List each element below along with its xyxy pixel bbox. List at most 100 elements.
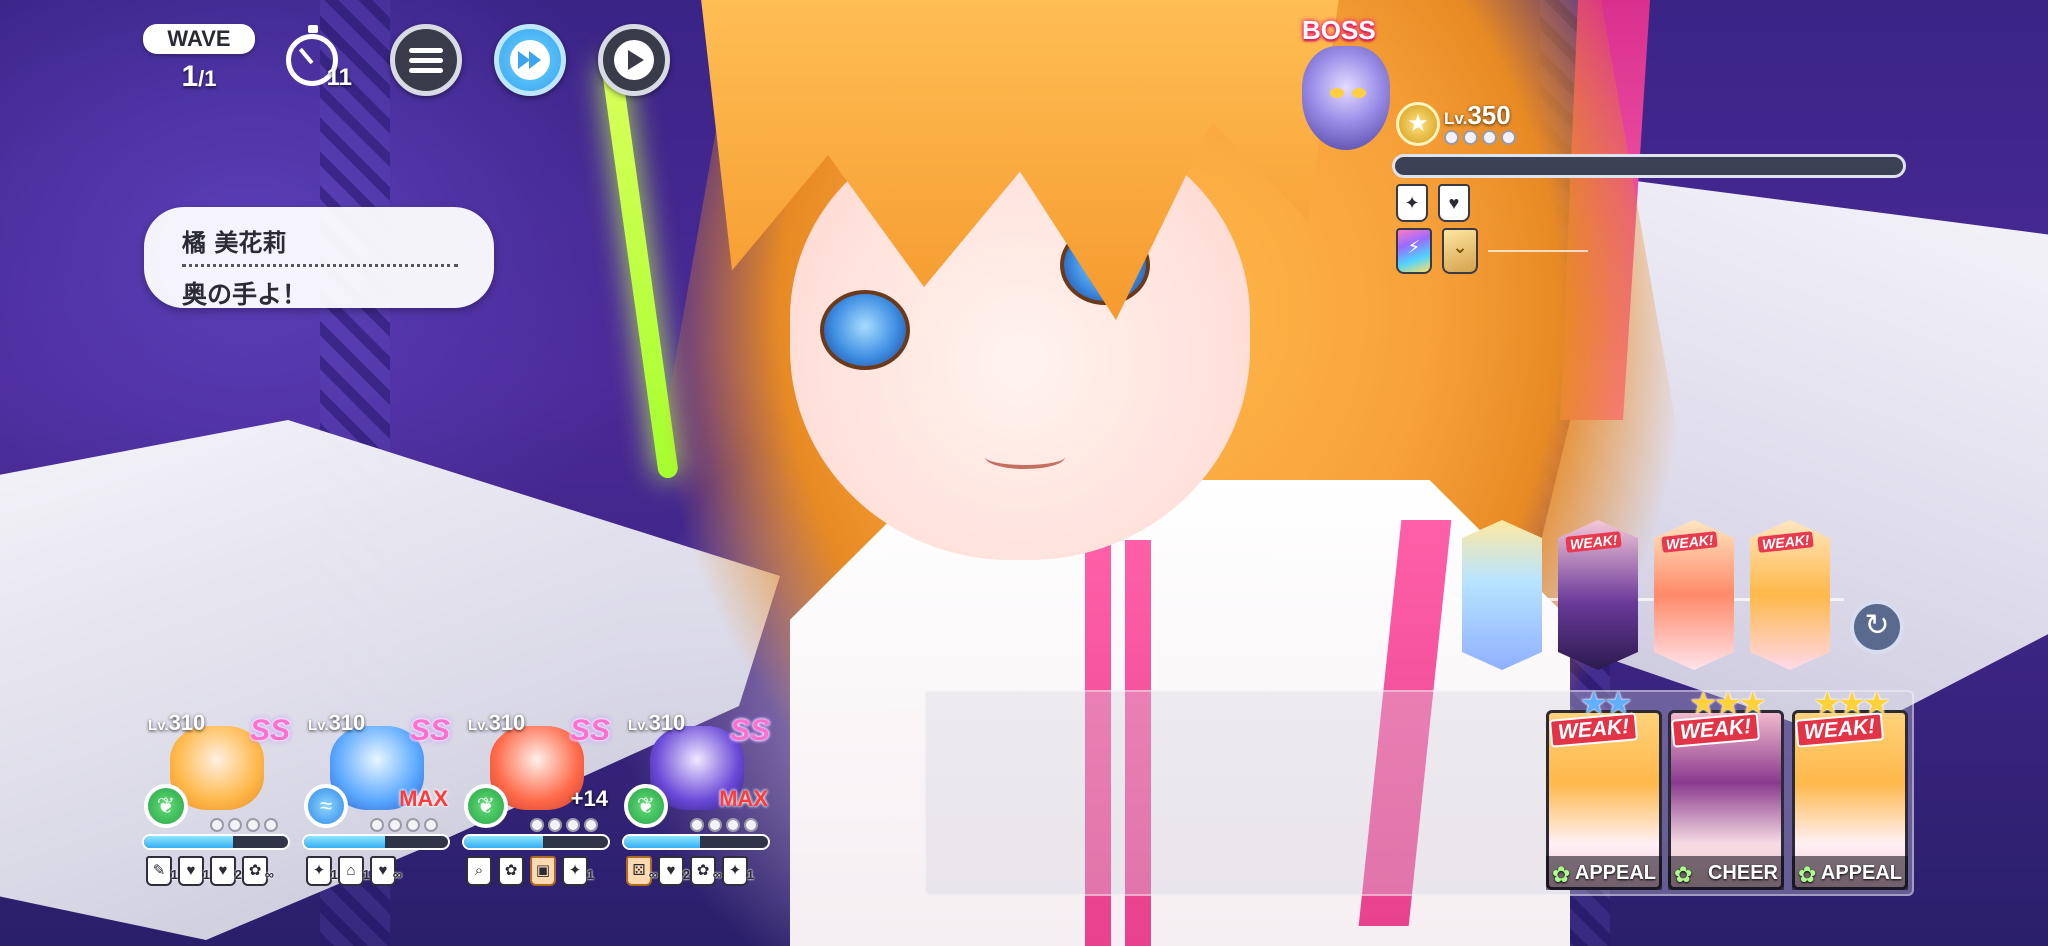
wave-current: 1 [181, 60, 199, 93]
search-icon[interactable]: ⌕ [466, 856, 492, 886]
skill-count: 1 [746, 867, 754, 882]
rank-dot [228, 818, 242, 832]
turn-timer: 11 [282, 25, 352, 92]
level-value: 310 [328, 710, 366, 735]
rank-dot [1482, 130, 1497, 145]
leaf-attribute-icon: ❦ [464, 784, 508, 828]
menu-button[interactable] [390, 24, 462, 96]
action-card[interactable]: ★★★ WEAK! ✿ APPEAL [1792, 685, 1908, 890]
level-prefix: Lv. [468, 717, 489, 734]
house-icon[interactable]: ⌂ 1 [338, 856, 370, 886]
rank-dot [1444, 130, 1459, 145]
flower-icon[interactable]: ✿ ∞ [690, 856, 722, 886]
leaf-icon: ✿ [1552, 862, 1571, 887]
turn-red-hair[interactable]: WEAK! [1654, 520, 1734, 670]
refresh-button[interactable]: ↻ [1850, 600, 1904, 654]
leaf-icon: ✿ [1674, 862, 1693, 887]
unit-level: Lv.310 [468, 710, 525, 736]
rank-dot [1501, 130, 1516, 145]
rank-dot [246, 818, 260, 832]
unit-rank-dots [210, 818, 278, 832]
leaf-icon: ✿ [1798, 862, 1817, 887]
skill-count: 1 [202, 867, 210, 882]
heart-icon[interactable]: ♥ 2 [658, 856, 690, 886]
unit-level: Lv.310 [148, 710, 205, 736]
sparkle-icon[interactable]: ✦ 1 [722, 856, 754, 886]
character-mouth [985, 445, 1065, 469]
sparkle-icon[interactable]: ✦ 1 [562, 856, 594, 886]
level-value: 350 [1467, 100, 1511, 130]
card-type-label: ✿ APPEAL [1546, 856, 1662, 890]
party-unit[interactable]: Lv.310 SS ❦ ✎ 1 ♥ 1 ♥ 2 ✿ ∞ [142, 706, 290, 892]
dice-icon[interactable]: ⚄ ∞ [626, 856, 658, 886]
unit-tag: MAX [719, 786, 768, 811]
skill-count: ∞ [648, 867, 658, 882]
sparkle-icon[interactable]: ✦ 1 [306, 856, 338, 886]
rank-dot [1463, 130, 1478, 145]
heart-icon[interactable]: ♥ 1 [178, 856, 210, 886]
flower-icon[interactable]: ✿ ∞ [242, 856, 274, 886]
wave-label: WAVE [143, 24, 255, 54]
hp-fill [464, 836, 544, 848]
rank-dot [726, 818, 740, 832]
heart-icon[interactable]: ♥ 2 [210, 856, 242, 886]
unit-hp-bar [142, 834, 290, 850]
skill-count: 2 [234, 867, 242, 882]
gold-chevron-icon[interactable]: ⌄ [1442, 228, 1478, 274]
card-type-text: CHEER [1707, 862, 1778, 884]
skill-count: ∞ [712, 867, 722, 882]
rarity-badge: SS [249, 714, 290, 747]
skill-count: 1 [586, 867, 594, 882]
action-card[interactable]: ★★★ WEAK! ✿ CHEER [1668, 685, 1784, 890]
rarity-badge: SS [409, 714, 450, 747]
rainbow-crystal-icon[interactable]: ⚡ [1396, 228, 1432, 274]
turn-blonde-hair[interactable]: WEAK! [1750, 520, 1830, 670]
flower-icon[interactable]: ✿ [498, 856, 524, 886]
wave-indicator: WAVE 1/1 [143, 24, 255, 94]
rarity-badge: SS [569, 714, 610, 747]
rank-dot [406, 818, 420, 832]
card-type-text: APPEAL [1574, 862, 1656, 884]
level-prefix: Lv. [628, 717, 649, 734]
speaker-name: 橘 美花莉 [182, 223, 458, 267]
hamburger-icon [409, 43, 443, 78]
unit-rank-dots [370, 818, 438, 832]
auto-play-button[interactable] [598, 24, 670, 96]
party-unit[interactable]: Lv.310 SS ≈ MAX ✦ 1 ⌂ 1 ♥ ∞ [302, 706, 450, 892]
sparkle-icon[interactable]: ✦ [1396, 184, 1428, 222]
hp-fill [304, 836, 385, 848]
rank-dot [264, 818, 278, 832]
boss-portrait[interactable] [1302, 46, 1390, 150]
leaf-attribute-icon: ❦ [144, 784, 188, 828]
skill-count: 2 [682, 867, 690, 882]
water-attribute-icon: ≈ [304, 784, 348, 828]
dialogue-bubble: 橘 美花莉 奥の手よ！ [144, 207, 494, 309]
rank-dot [210, 818, 224, 832]
rank-dot [530, 818, 544, 832]
level-prefix: Lv. [148, 717, 169, 734]
pen-icon[interactable]: ✎ 1 [146, 856, 178, 886]
skill-count: ∞ [264, 867, 274, 882]
card-icon[interactable]: ▣ [530, 856, 556, 886]
turn-purple-hair[interactable]: WEAK! [1558, 520, 1638, 670]
fast-forward-button[interactable] [494, 24, 566, 96]
boss-hp-bar [1392, 154, 1906, 178]
unit-skills: ✦ 1 ⌂ 1 ♥ ∞ [306, 856, 402, 886]
play-icon [614, 40, 654, 80]
skill-count: 1 [170, 867, 178, 882]
unit-tag: +14 [570, 786, 608, 811]
party-unit[interactable]: Lv.310 SS ❦ MAX ⚄ ∞ ♥ 2 ✿ ∞ ✦ 1 [622, 706, 770, 892]
heart-icon[interactable]: ♥ ∞ [370, 856, 402, 886]
heart-infinity-icon[interactable]: ♥ [1438, 184, 1470, 222]
turn-blue-hair[interactable] [1462, 520, 1542, 670]
boss-tag: BOSS [1302, 15, 1376, 45]
unit-rank-dots [690, 818, 758, 832]
unit-tag: MAX [399, 786, 448, 811]
character-eye [820, 290, 910, 370]
unit-skills: ⌕ ✿ ▣ ✦ 1 [466, 856, 594, 886]
action-card[interactable]: ★★ WEAK! ✿ APPEAL [1546, 685, 1662, 890]
card-type-label: ✿ APPEAL [1792, 856, 1908, 890]
timer-value: 11 [326, 64, 352, 91]
party-unit[interactable]: Lv.310 SS ❦ +14 ⌕ ✿ ▣ ✦ 1 [462, 706, 610, 892]
unit-hp-bar [622, 834, 770, 850]
